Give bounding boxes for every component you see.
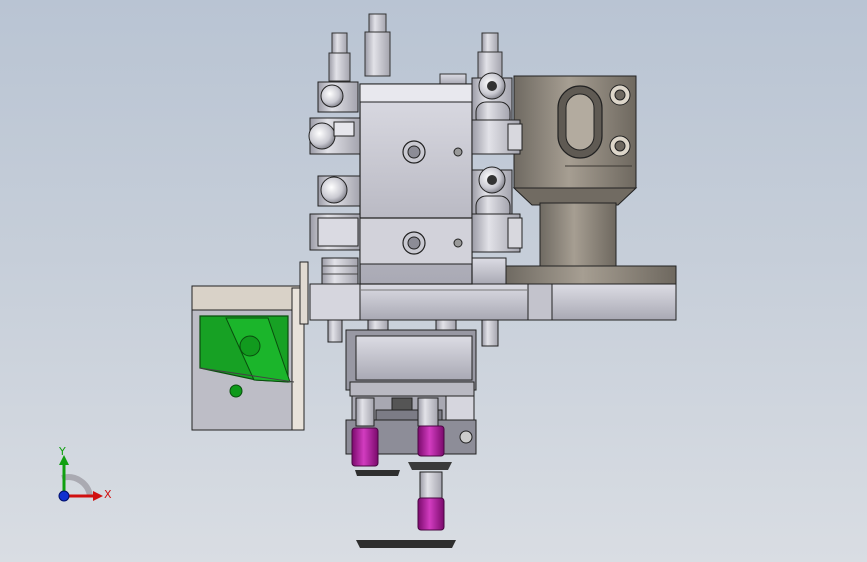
z-axis-dot: [58, 490, 70, 502]
side-bracket: [191, 261, 309, 431]
left-fittings: [308, 81, 361, 285]
coordinate-triad: Y X: [58, 445, 112, 502]
x-axis-label: X: [104, 488, 112, 501]
assembly-drawing: Y X: [58, 13, 677, 548]
bronze-cylinder-mount: [505, 75, 677, 285]
cad-viewport[interactable]: Y X: [0, 0, 867, 562]
top-fittings: [328, 13, 503, 85]
valve-block: [359, 83, 473, 285]
y-axis-label: Y: [58, 445, 66, 458]
